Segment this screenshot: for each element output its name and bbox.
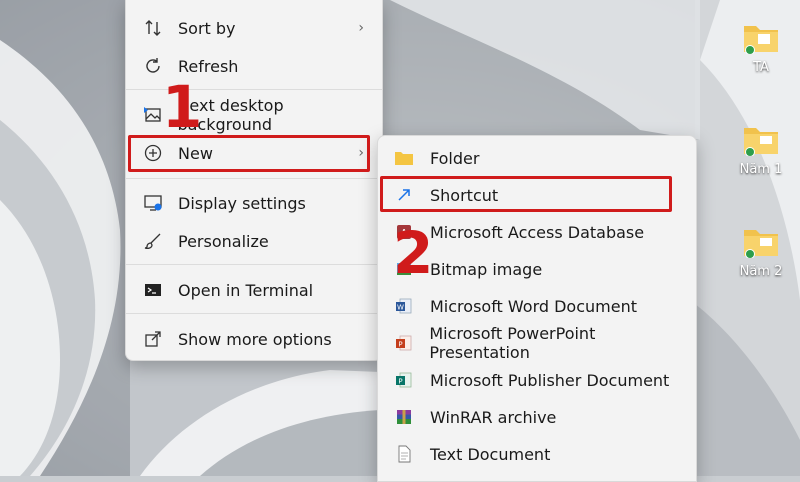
submenu-item-label: Microsoft Word Document: [430, 296, 637, 316]
submenu-item-label: Text Document: [430, 444, 551, 464]
submenu-item-folder[interactable]: Folder: [382, 140, 692, 176]
text-document-icon: [394, 443, 414, 465]
folder-icon: [744, 128, 778, 157]
winrar-icon: [394, 406, 414, 428]
word-icon: W: [394, 295, 414, 317]
submenu-item-label: Microsoft Access Database: [430, 222, 645, 242]
submenu-item-publisher-document[interactable]: P Microsoft Publisher Document: [382, 362, 692, 398]
powerpoint-icon: P: [394, 332, 413, 354]
menu-item-personalize[interactable]: Personalize: [130, 223, 378, 259]
terminal-icon: [142, 279, 164, 301]
svg-text:P: P: [398, 341, 402, 349]
menu-item-label: Open in Terminal: [178, 280, 314, 300]
desktop-folder-nam-1[interactable]: Năm 1: [731, 122, 791, 177]
folder-icon: [744, 26, 778, 55]
submenu-item-text-document[interactable]: Text Document: [382, 436, 692, 472]
menu-item-label: Next desktop background: [177, 96, 284, 134]
highlight-shortcut-item: [380, 176, 672, 212]
more-options-icon: [142, 328, 164, 350]
folder-icon: [394, 147, 414, 169]
submenu-item-label: Microsoft PowerPoint Presentation: [429, 324, 596, 362]
menu-separator: [126, 313, 382, 314]
desktop-icon-label: Năm 2: [739, 264, 783, 279]
menu-item-open-in-terminal[interactable]: Open in Terminal: [130, 272, 378, 308]
submenu-item-word-document[interactable]: W Microsoft Word Document: [382, 288, 692, 324]
chevron-right-icon: ›: [358, 20, 364, 36]
svg-text:W: W: [397, 304, 404, 312]
menu-item-show-more-options[interactable]: Show more options: [130, 321, 378, 357]
submenu-item-label: Folder: [430, 148, 480, 168]
submenu-item-label: Bitmap image: [430, 259, 543, 279]
step-number-1: 1: [162, 73, 203, 141]
folder-icon: [744, 230, 778, 259]
desktop-context-menu: Sort by › Refresh Next desktop backgroun…: [125, 0, 383, 361]
step-number-2: 2: [393, 219, 434, 287]
display-settings-icon: [142, 192, 164, 214]
menu-item-label: Personalize: [178, 231, 269, 251]
next-background-icon: [142, 104, 163, 126]
menu-item-label: Sort by: [178, 18, 236, 38]
submenu-item-label: WinRAR archive: [430, 407, 557, 427]
menu-separator: [126, 264, 382, 265]
publisher-icon: P: [394, 369, 414, 391]
submenu-item-winrar-archive[interactable]: WinRAR archive: [382, 399, 692, 435]
menu-item-label: Display settings: [178, 193, 306, 213]
submenu-item-label: Microsoft Publisher Document: [430, 370, 670, 390]
refresh-icon: [142, 55, 164, 77]
menu-separator: [126, 178, 382, 179]
desktop-icon-label: TA: [753, 60, 769, 75]
desktop-folder-nam-2[interactable]: Năm 2: [731, 224, 791, 279]
svg-text:P: P: [398, 378, 402, 386]
sort-icon: [142, 17, 164, 39]
menu-item-label: Show more options: [178, 329, 332, 349]
menu-item-display-settings[interactable]: Display settings: [130, 185, 378, 221]
brush-icon: [142, 230, 164, 252]
menu-item-sort-by[interactable]: Sort by ›: [130, 10, 378, 46]
desktop-icon-label: Năm 1: [739, 162, 783, 177]
submenu-item-powerpoint-presentation[interactable]: P Microsoft PowerPoint Presentation: [382, 324, 692, 362]
desktop-folder-ta[interactable]: TA: [731, 20, 791, 75]
